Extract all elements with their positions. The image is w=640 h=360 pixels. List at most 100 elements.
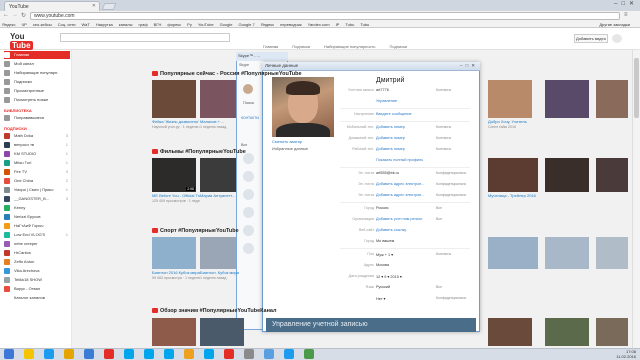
field-value[interactable]: Муж + 1 ▾ <box>376 252 393 257</box>
bookmark-item[interactable]: Яндекс <box>2 22 15 27</box>
privacy-selector[interactable]: Контакты <box>436 88 451 92</box>
field-value[interactable]: Добавить номер <box>376 136 405 140</box>
video-thumbnail[interactable] <box>488 237 538 269</box>
scrollbar-thumb[interactable] <box>634 58 639 118</box>
skype-menu-item[interactable]: Skype <box>239 63 249 67</box>
subscription-item[interactable]: Nerizzi Ерусов <box>4 213 70 221</box>
field-value[interactable]: Управление <box>376 99 397 103</box>
subscription-item[interactable]: Умора | Смех | Прико 1 <box>4 186 70 194</box>
bookmark-item[interactable]: форекс <box>167 22 181 27</box>
youtube-nav-tab[interactable]: Набирающие популярность <box>324 44 376 49</box>
sidebar-item[interactable]: Мой канал <box>4 60 70 68</box>
privacy-selector[interactable]: Все <box>436 217 442 221</box>
taskbar-app-icon[interactable] <box>64 349 74 359</box>
contact-avatar[interactable] <box>243 171 254 182</box>
bookmark-item[interactable]: переводчик <box>280 22 301 27</box>
bookmark-item[interactable]: IP <box>336 22 340 27</box>
privacy-selector[interactable]: Все <box>436 206 442 210</box>
taskbar-app-icon[interactable] <box>284 349 294 359</box>
subscription-item[interactable]: Fire TV 3 <box>4 168 70 176</box>
taskbar-app-icon[interactable] <box>24 349 34 359</box>
video-thumbnail[interactable] <box>545 237 589 269</box>
bookmark-item[interactable]: Ру <box>187 22 192 27</box>
field-value[interactable]: Добавить устн ним регион <box>376 217 422 221</box>
video-title[interactable]: Добро Хочу, Учитель <box>488 119 536 124</box>
video-title[interactable]: МЕ Before You - Official Trailer <box>152 193 200 198</box>
privacy-selector[interactable]: Контакты <box>436 147 451 151</box>
bookmark-item[interactable]: Другие закладки <box>599 21 630 27</box>
skype-titlebar[interactable]: Skype™ - ... <box>236 52 288 61</box>
video-title[interactable]: Биатлон. Кубок мира ... <box>200 270 240 275</box>
contact-avatar[interactable] <box>243 207 254 218</box>
subscription-item[interactable]: Mitsu Turi 1 <box>4 159 70 167</box>
forward-icon[interactable]: → <box>12 12 18 18</box>
video-thumbnail[interactable] <box>488 158 538 192</box>
subscription-item[interactable]: Low End VLOG'S 1 <box>4 231 70 239</box>
video-thumbnail[interactable] <box>488 318 532 346</box>
new-tab-button[interactable] <box>101 3 117 10</box>
subscription-item[interactable]: Math Dvka 3 <box>4 132 70 140</box>
video-title[interactable]: Биатлон 2016 Кубок мира <box>152 270 200 275</box>
taskbar-app-icon[interactable] <box>204 349 214 359</box>
browser-tab[interactable]: YouTube ✕ <box>4 1 100 11</box>
field-value[interactable]: Добавить номер <box>376 147 405 151</box>
youtube-nav-tab[interactable]: Подписки <box>292 44 310 49</box>
bookmark-item[interactable]: ВГН <box>154 22 162 27</box>
youtube-nav-tab[interactable]: Подписки <box>389 44 407 49</box>
youtube-search-input[interactable] <box>60 33 230 42</box>
field-value[interactable]: Введите сообщение <box>376 112 412 116</box>
video-thumbnail[interactable] <box>488 80 532 118</box>
sidebar-item[interactable]: Подписки <box>4 78 70 86</box>
field-value[interactable]: Россия <box>376 206 388 210</box>
channel-catalog-link[interactable]: Каталог каналов <box>4 294 70 302</box>
sidebar-item[interactable]: Понравившиеся <box>4 114 70 122</box>
taskbar-app-icon[interactable] <box>84 349 94 359</box>
dialog-titlebar[interactable]: Личные данные –□✕ <box>262 62 480 71</box>
field-value[interactable]: art7776 <box>376 88 389 92</box>
privacy-selector[interactable]: Контакты <box>436 125 451 129</box>
skype-menu[interactable]: Skype <box>239 63 249 67</box>
video-thumbnail[interactable] <box>596 318 628 346</box>
video-thumbnail[interactable] <box>152 318 196 346</box>
taskbar-app-icon[interactable] <box>4 349 14 359</box>
video-thumbnail[interactable] <box>545 80 589 118</box>
bookmark-item[interactable]: Yandex.com <box>308 22 330 27</box>
youtube-nav-tab[interactable]: Главная <box>263 44 278 49</box>
bookmark-item[interactable]: Google 7 <box>238 22 254 27</box>
subscription-item[interactable]: nebe creeper <box>4 240 70 248</box>
skype-filter[interactable]: Все <box>241 143 247 147</box>
subscription-item[interactable]: HrCantos <box>4 249 70 257</box>
taskbar-app-icon[interactable] <box>224 349 234 359</box>
subscription-item[interactable]: Kenny <box>4 204 70 212</box>
sidebar-item[interactable]: Главная <box>4 51 70 59</box>
privacy-selector[interactable]: Конфиденциально <box>436 193 466 197</box>
subscription-item[interactable]: __GANGSTER_B... 3 <box>4 195 70 203</box>
reload-icon[interactable]: ↻ <box>21 12 26 19</box>
privacy-selector[interactable]: Все <box>436 285 442 289</box>
taskbar-app-icon[interactable] <box>244 349 254 359</box>
taskbar-app-icon[interactable] <box>264 349 274 359</box>
taskbar-app-icon[interactable] <box>164 349 174 359</box>
subscription-item[interactable]: Zeffo Anton <box>4 258 70 266</box>
taskbar-clock[interactable]: 17:08 11.02.2016 <box>616 349 636 359</box>
privacy-selector[interactable]: Конфиденциально <box>436 182 466 186</box>
field-value[interactable]: Русский <box>376 285 390 289</box>
video-thumbnail[interactable] <box>152 237 196 269</box>
close-tab-icon[interactable]: ✕ <box>92 3 96 9</box>
video-title[interactable]: Малахов + ... <box>200 119 240 124</box>
contact-avatar[interactable] <box>243 225 254 236</box>
taskbar-app-icon[interactable] <box>184 349 194 359</box>
avatar[interactable] <box>243 84 253 94</box>
bookmark-item[interactable]: YouTube <box>198 22 214 27</box>
field-value[interactable]: Добавить ссылку <box>376 228 406 232</box>
field-value[interactable]: Добавить адрес электрон... <box>376 193 424 197</box>
field-value[interactable]: art555@bk.ru <box>376 171 399 175</box>
field-value[interactable]: Нет ▾ <box>376 296 385 301</box>
contact-avatar[interactable] <box>243 189 254 200</box>
bookmark-item[interactable]: Tubu <box>360 22 369 27</box>
skype-search[interactable]: Поиск <box>243 100 254 105</box>
video-title[interactable]: Мария Антуанетт... <box>200 193 240 198</box>
bookmark-item[interactable]: Накрутка <box>96 22 113 27</box>
subscription-item[interactable]: Вирус - Отвал <box>4 285 70 293</box>
back-icon[interactable]: ← <box>3 12 9 18</box>
